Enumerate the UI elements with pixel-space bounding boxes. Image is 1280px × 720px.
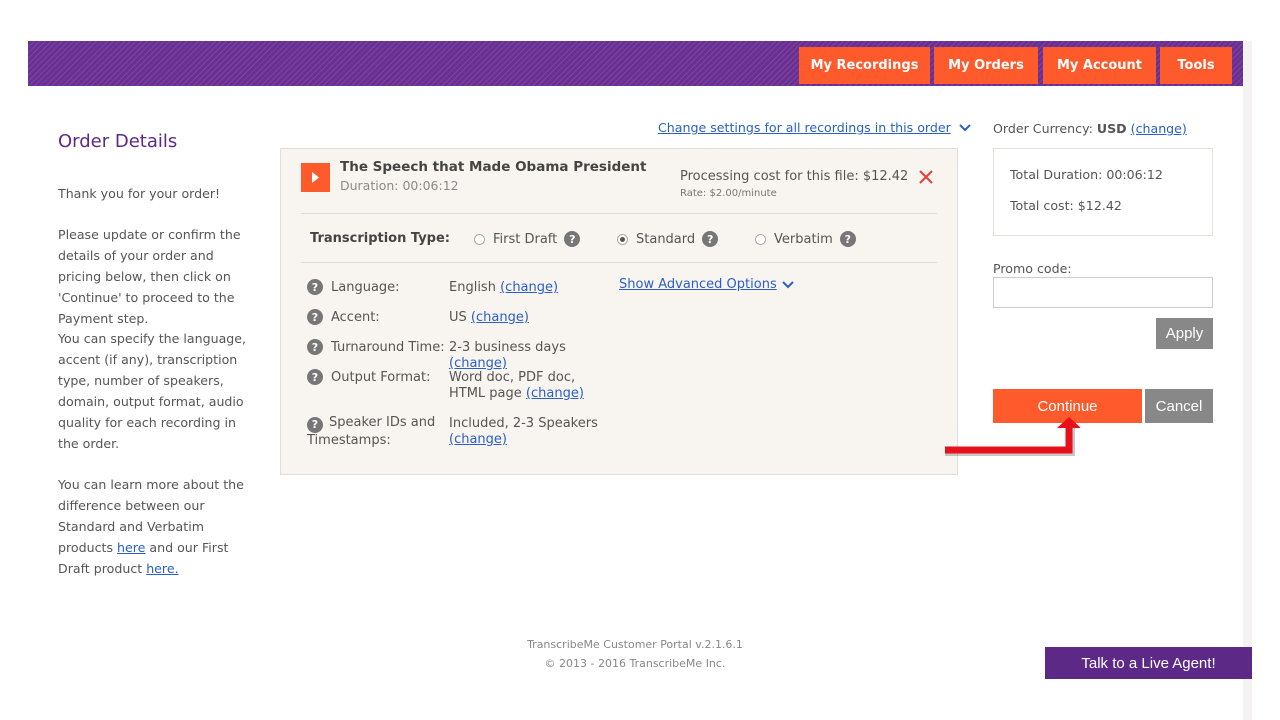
change-all-settings-link[interactable]: Change settings for all recordings in th… <box>658 120 971 135</box>
speaker-ids-label: ? Speaker IDs and Timestamps: <box>307 415 442 449</box>
promo-code-input[interactable] <box>993 277 1213 308</box>
setting-value: English <box>449 280 496 295</box>
change-speaker-ids-link[interactable]: (change) <box>449 432 507 447</box>
standard-verbatim-link[interactable]: here <box>117 540 145 555</box>
setting-label: Accent: <box>331 309 380 325</box>
help-icon[interactable]: ? <box>564 231 581 247</box>
total-cost: Total cost: $12.42 <box>1010 198 1122 213</box>
radio-circle <box>755 233 766 245</box>
currency-label: Order Currency: <box>993 121 1093 136</box>
apply-button[interactable]: Apply <box>1156 318 1213 349</box>
radio-circle <box>474 233 485 245</box>
processing-cost: Processing cost for this file: $12.42 <box>680 169 909 184</box>
promo-code-label: Promo code: <box>993 261 1072 276</box>
change-all-settings-label: Change settings for all recordings in th… <box>658 120 951 135</box>
turnaround-value: 2-3 business days (change) <box>449 340 619 372</box>
radio-first-draft[interactable]: First Draft ? <box>474 231 581 247</box>
currency-value: USD <box>1096 121 1127 136</box>
page-title: Order Details <box>58 131 178 152</box>
setting-label-wrap: ? Speaker IDs and Timestamps: <box>307 415 442 449</box>
play-button[interactable] <box>301 163 330 192</box>
help-icon[interactable]: ? <box>839 231 856 247</box>
recording-card: The Speech that Made Obama President Dur… <box>280 148 958 475</box>
chevron-down-icon <box>782 281 794 289</box>
order-currency: Order Currency: USD (change) <box>993 121 1187 136</box>
first-draft-link[interactable]: here. <box>146 561 178 576</box>
nav-my-recordings[interactable]: My Recordings <box>799 47 930 84</box>
language-label: ? Language: <box>307 279 400 295</box>
help-icon[interactable]: ? <box>307 369 323 385</box>
change-currency-link[interactable]: (change) <box>1131 121 1187 136</box>
radio-label: Verbatim <box>774 231 833 247</box>
output-format-label: ? Output Format: <box>307 369 430 385</box>
divider <box>301 213 937 214</box>
setting-value: US <box>449 310 467 325</box>
setting-value: 2-3 business days <box>449 340 566 355</box>
setting-label: Speaker IDs and Timestamps: <box>307 415 436 448</box>
help-icon[interactable]: ? <box>307 309 323 325</box>
red-arrow-annotation <box>945 417 1080 456</box>
divider <box>301 262 937 263</box>
show-advanced-options-link[interactable]: Show Advanced Options <box>619 277 794 292</box>
nav-my-account[interactable]: My Account <box>1043 47 1156 84</box>
learn-more-text: You can learn more about the difference … <box>58 474 258 579</box>
play-icon <box>312 172 319 183</box>
header-bar: My Recordings My Orders My Account Tools <box>28 41 1243 86</box>
instructions-text: Please update or confirm the details of … <box>58 227 241 326</box>
setting-label: Turnaround Time: <box>331 339 445 355</box>
language-value: English (change) <box>449 280 619 296</box>
transcription-type-label: Transcription Type: <box>310 231 450 246</box>
setting-value: Included, 2-3 Speakers <box>449 416 598 431</box>
cancel-button[interactable]: Cancel <box>1145 389 1213 423</box>
accent-label: ? Accent: <box>307 309 380 325</box>
setting-label: Language: <box>331 279 400 295</box>
change-language-link[interactable]: (change) <box>500 280 558 295</box>
help-icon[interactable]: ? <box>702 231 719 247</box>
options-text: You can specify the language, accent (if… <box>58 331 247 451</box>
radio-verbatim[interactable]: Verbatim ? <box>755 231 856 247</box>
total-duration: Total Duration: 00:06:12 <box>1010 167 1163 182</box>
setting-label: Output Format: <box>331 369 431 385</box>
live-agent-button[interactable]: Talk to a Live Agent! <box>1045 647 1252 679</box>
output-format-value: Word doc, PDF doc, HTML page (change) <box>449 370 614 402</box>
change-turnaround-link[interactable]: (change) <box>449 356 507 371</box>
page-right-edge <box>1243 41 1252 720</box>
recording-title: The Speech that Made Obama President <box>340 159 647 175</box>
advanced-options-label: Show Advanced Options <box>619 277 777 292</box>
radio-label: First Draft <box>493 231 558 247</box>
accent-value: US (change) <box>449 310 619 326</box>
radio-standard[interactable]: Standard ? <box>617 231 719 247</box>
order-summary: Total Duration: 00:06:12 Total cost: $12… <box>993 148 1213 236</box>
radio-circle-selected <box>617 233 628 245</box>
nav-my-orders[interactable]: My Orders <box>934 47 1038 84</box>
turnaround-label: ? Turnaround Time: <box>307 339 445 355</box>
help-icon[interactable]: ? <box>307 279 323 295</box>
help-icon[interactable]: ? <box>307 417 323 433</box>
change-accent-link[interactable]: (change) <box>471 310 529 325</box>
remove-recording-icon[interactable] <box>917 168 935 186</box>
recording-duration: Duration: 00:06:12 <box>340 178 459 193</box>
help-icon[interactable]: ? <box>307 339 323 355</box>
speaker-ids-value: Included, 2-3 Speakers (change) <box>449 416 619 448</box>
chevron-down-icon <box>959 124 971 132</box>
thank-you-text: Thank you for your order! <box>58 186 221 201</box>
radio-label: Standard <box>636 231 696 247</box>
rate-text: Rate: $2.00/minute <box>680 188 777 199</box>
nav-tools[interactable]: Tools <box>1160 47 1232 84</box>
change-output-format-link[interactable]: (change) <box>526 386 584 401</box>
